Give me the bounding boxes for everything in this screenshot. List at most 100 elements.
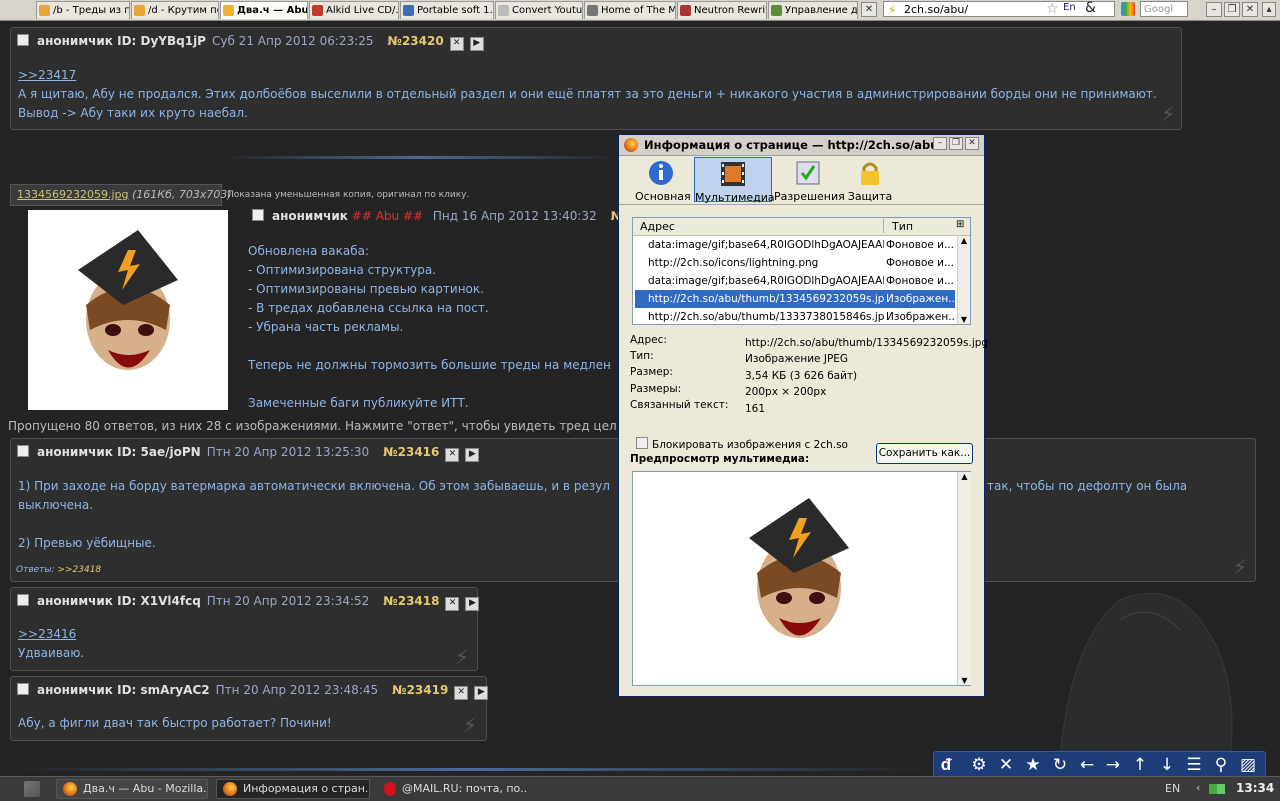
gear-icon[interactable]: ⚙: [968, 754, 990, 776]
poster-name: анонимчик ID: 5ae/joPN: [37, 445, 201, 459]
taskbar-item-active[interactable]: Информация о стран...: [216, 779, 370, 799]
post-line: Замеченные баги публикуйте ИТТ.: [248, 396, 469, 410]
scroll-arrow-icon[interactable]: ▴: [1262, 2, 1276, 17]
post-number[interactable]: №23416: [383, 445, 439, 459]
reply-link[interactable]: >>23416: [18, 625, 84, 644]
translate-icon[interactable]: En: [1063, 2, 1076, 13]
arrow-right-icon[interactable]: →: [1102, 754, 1124, 776]
tab-media[interactable]: Мультимедиа: [694, 157, 775, 204]
arrow-down-icon[interactable]: ↓: [1156, 754, 1178, 776]
google-icon[interactable]: [1121, 2, 1135, 16]
browser-tab-bar: /b - Треды из п... /d - Крутим пе... Два…: [0, 0, 1280, 21]
reply-link[interactable]: >>23418: [57, 565, 101, 575]
column-address[interactable]: Адрес: [640, 220, 675, 233]
tab-general[interactable]: Основная: [635, 157, 691, 203]
arrow-left-icon[interactable]: ←: [1076, 754, 1098, 776]
fullscreen-icon[interactable]: ▨: [1237, 754, 1259, 776]
browser-tab[interactable]: Convert Youtub...: [495, 1, 583, 19]
list-item[interactable]: data:image/gif;base64,R0lGODlhDgAOAJEAAP…: [635, 272, 955, 290]
browser-tab[interactable]: Neutron Rewrit...: [677, 1, 767, 19]
item-type: Фоновое и...: [886, 239, 954, 251]
expand-post-button[interactable]: ▶: [465, 597, 480, 611]
restore-button[interactable]: ❐: [1224, 2, 1240, 17]
prop-label: Связанный текст:: [630, 399, 729, 411]
column-picker-icon[interactable]: ⊞: [956, 219, 964, 230]
tab-security[interactable]: Защита: [845, 157, 895, 203]
bookmark-star-icon[interactable]: ☆: [1046, 1, 1059, 17]
maximize-button[interactable]: ❐: [949, 137, 963, 150]
list-item[interactable]: http://2ch.so/abu/thumb/1333738015846s.j…: [635, 308, 955, 326]
list-icon[interactable]: ☰: [1183, 754, 1205, 776]
url-bar[interactable]: ⚡ 2ch.so/abu/: [883, 1, 1115, 17]
search-input[interactable]: Googl: [1140, 1, 1188, 17]
star-icon[interactable]: ★: [1022, 754, 1044, 776]
post-body: >>23417 А я щитаю, Абу не продался. Этих…: [18, 66, 1157, 123]
scroll-up-icon[interactable]: ▲: [958, 472, 971, 481]
firefox-icon: [63, 782, 77, 796]
tab-label: Alkid Live CD/...: [326, 5, 399, 16]
dialog-titlebar[interactable]: Информация о странице — http://2ch.so/ab…: [619, 135, 984, 156]
zoom-icon[interactable]: ⚲: [1210, 754, 1232, 776]
hide-post-button[interactable]: ✕: [449, 37, 464, 51]
ampersand-icon[interactable]: &: [1085, 0, 1096, 16]
expand-post-button[interactable]: ▶: [465, 448, 480, 462]
tray-arrow-icon[interactable]: ‹: [1196, 781, 1200, 794]
logo-icon[interactable]: ᵭ: [935, 754, 957, 776]
refresh-icon[interactable]: ↻: [1049, 754, 1071, 776]
browser-tab[interactable]: Portable soft 1...: [400, 1, 494, 19]
post-number[interactable]: №23418: [383, 594, 439, 608]
op-thumbnail[interactable]: [28, 210, 228, 410]
reply-link[interactable]: >>23417: [18, 66, 1157, 85]
arrow-up-icon[interactable]: ↑: [1129, 754, 1151, 776]
prop-value: 200px × 200px: [745, 386, 827, 398]
minimize-button[interactable]: –: [933, 137, 947, 150]
browser-tab-active[interactable]: Два.ч — Abu: [220, 1, 308, 19]
browser-tab[interactable]: Home of The M...: [584, 1, 676, 19]
close-tab-icon[interactable]: ✕: [861, 2, 877, 17]
taskbar-item[interactable]: Два.ч — Abu - Mozilla...: [56, 779, 208, 799]
tab-label: Portable soft 1...: [417, 5, 494, 16]
list-scrollbar[interactable]: ▲ ▼: [957, 236, 970, 324]
browser-tab[interactable]: /d - Крутим пе...: [131, 1, 219, 19]
scroll-up-icon[interactable]: ▲: [958, 236, 970, 245]
start-button-icon[interactable]: [24, 781, 40, 797]
list-item[interactable]: http://2ch.so/icons/lightning.png Фоновое…: [635, 254, 955, 272]
poster-name: анонимчик ID: DyYBq1jP: [37, 34, 206, 48]
tab-permissions[interactable]: Разрешения: [774, 157, 845, 203]
block-images-checkbox[interactable]: [636, 437, 648, 449]
preview-scrollbar[interactable]: ▲ ▼: [957, 472, 971, 685]
list-item-selected[interactable]: http://2ch.so/abu/thumb/1334569232059s.j…: [634, 289, 956, 309]
bottom-separator: [10, 768, 930, 771]
browser-tab[interactable]: Управление до...: [768, 1, 858, 19]
close-icon[interactable]: ✕: [995, 754, 1017, 776]
browser-tab[interactable]: Alkid Live CD/...: [309, 1, 399, 19]
hide-post-button[interactable]: ✕: [445, 597, 460, 611]
close-window-button[interactable]: ✕: [1242, 2, 1258, 17]
post-checkbox[interactable]: [17, 594, 29, 606]
post-checkbox[interactable]: [17, 683, 29, 695]
browser-tab[interactable]: /b - Треды из п...: [36, 1, 130, 19]
post-number[interactable]: №23420: [388, 34, 444, 48]
post-checkbox[interactable]: [252, 209, 264, 221]
column-divider: [883, 219, 884, 233]
language-indicator[interactable]: EN: [1165, 782, 1180, 795]
prop-label: Адрес:: [630, 334, 667, 346]
file-link[interactable]: 1334569232059.jpg: [17, 188, 129, 201]
post-checkbox[interactable]: [17, 445, 29, 457]
save-as-button[interactable]: Сохранить как...: [876, 443, 973, 464]
expand-post-button[interactable]: ▶: [469, 37, 484, 51]
taskbar-item[interactable]: @MAIL.RU: почта, по...: [377, 779, 529, 799]
hide-post-button[interactable]: ✕: [445, 448, 460, 462]
hide-post-button[interactable]: ✕: [454, 686, 469, 700]
scroll-down-icon[interactable]: ▼: [958, 676, 971, 685]
list-item[interactable]: data:image/gif;base64,R0lGODlhDgAOAJEAAP…: [635, 236, 955, 254]
expand-post-button[interactable]: ▶: [474, 686, 489, 700]
minimize-button[interactable]: –: [1206, 2, 1222, 17]
clock[interactable]: 13:34: [1236, 781, 1274, 795]
post-checkbox[interactable]: [17, 34, 29, 46]
close-button[interactable]: ✕: [965, 137, 979, 150]
post-line: [248, 375, 611, 394]
post-number[interactable]: №23419: [392, 683, 448, 697]
column-type[interactable]: Тип: [892, 220, 913, 233]
scroll-down-icon[interactable]: ▼: [958, 315, 970, 324]
